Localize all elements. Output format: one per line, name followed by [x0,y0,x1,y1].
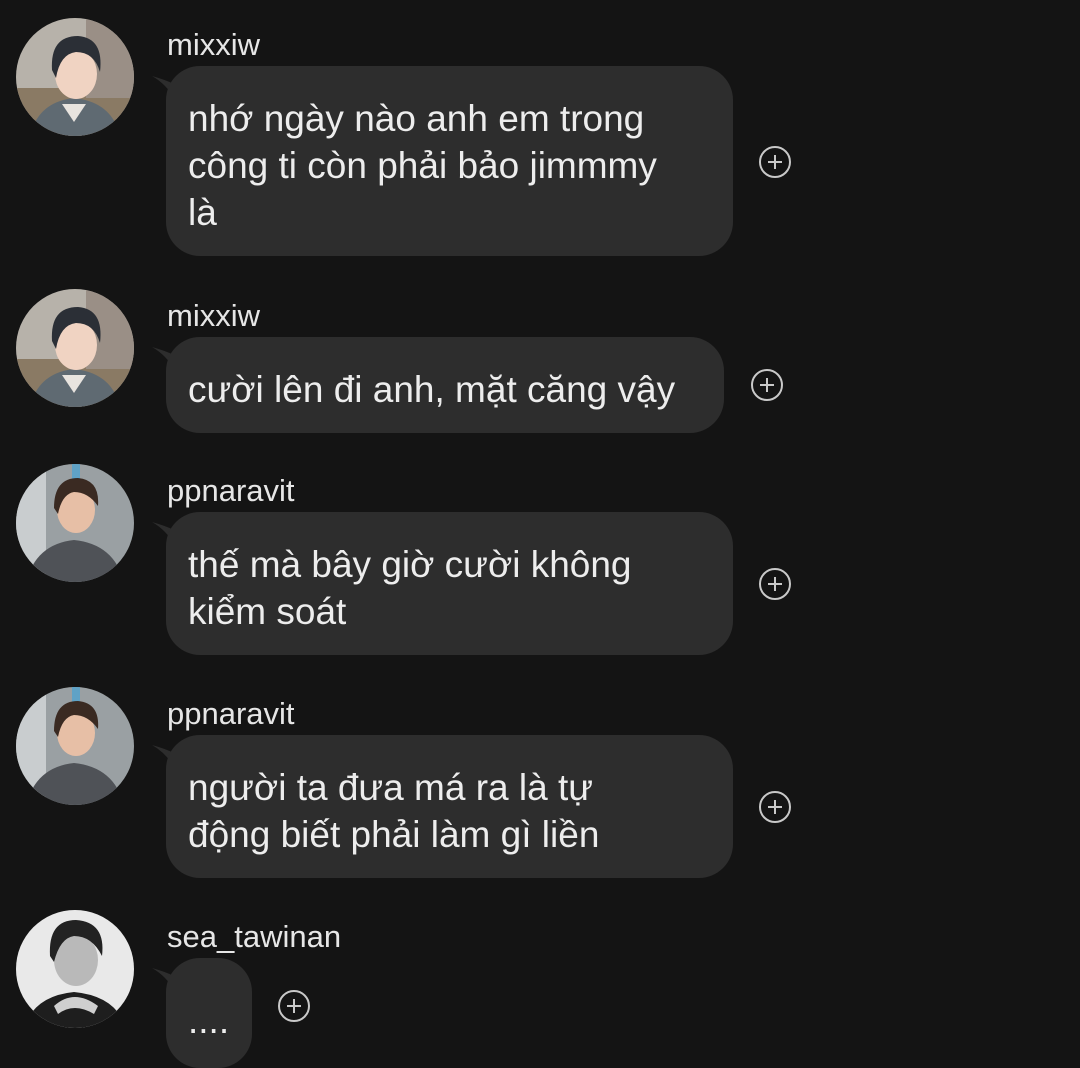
message-text: công ti còn phải bảo jimmmy [188,145,657,186]
add-reaction-icon[interactable] [750,368,784,402]
add-reaction-icon[interactable] [758,145,792,179]
avatar-mixxiw[interactable] [16,289,134,407]
message-text: là [188,192,217,233]
message-bubble[interactable]: nhớ ngày nào anh em trong công ti còn ph… [166,66,733,256]
add-reaction-icon[interactable] [758,567,792,601]
avatar-ppnaravit[interactable] [16,464,134,582]
message-text: động biết phải làm gì liền [188,814,600,855]
username[interactable]: ppnaravit [167,696,295,732]
username[interactable]: sea_tawinan [167,919,341,955]
message-text: kiểm soát [188,591,347,632]
message-bubble[interactable]: thế mà bây giờ cười không kiểm soát [166,512,733,655]
message-text: nhớ ngày nào anh em trong [188,98,645,139]
username[interactable]: mixxiw [167,27,260,63]
message-text: người ta đưa má ra là tự [188,767,594,808]
message-text: thế mà bây giờ cười không [188,544,632,585]
avatar-ppnaravit[interactable] [16,687,134,805]
message-text: .... [188,1000,230,1041]
message-bubble[interactable]: người ta đưa má ra là tự động biết phải … [166,735,733,878]
add-reaction-icon[interactable] [758,790,792,824]
message-bubble[interactable]: cười lên đi anh, mặt căng vậy [166,337,724,433]
message-text: cười lên đi anh, mặt căng vậy [188,369,676,410]
avatar-mixxiw[interactable] [16,18,134,136]
username[interactable]: mixxiw [167,298,260,334]
avatar-sea_tawinan[interactable] [16,910,134,1028]
add-reaction-icon[interactable] [277,989,311,1023]
username[interactable]: ppnaravit [167,473,295,509]
message-bubble[interactable]: .... [166,958,252,1068]
